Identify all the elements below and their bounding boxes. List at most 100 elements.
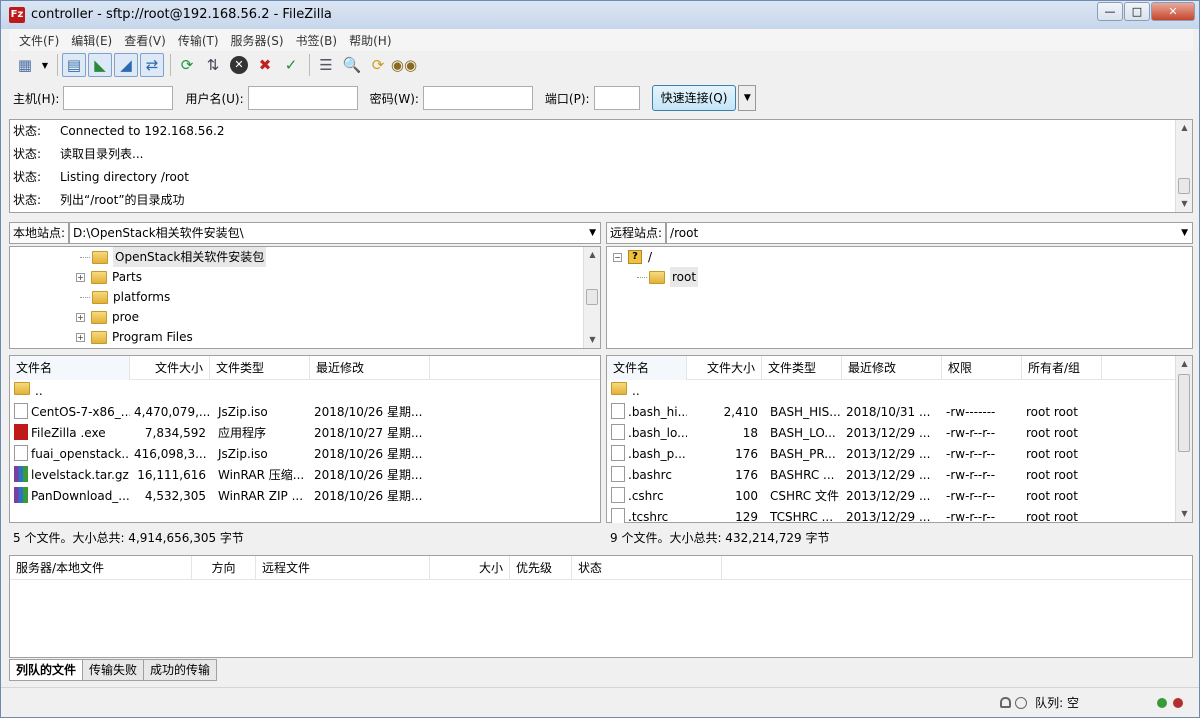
local-file-row[interactable]: fuai_openstack... 416,098,3... JsZip.iso… xyxy=(10,444,600,465)
log-row: 状态: 列出“/root”的目录成功 xyxy=(10,189,1192,212)
toggle-remote-tree-icon[interactable]: ◢ xyxy=(114,53,138,77)
column-header-priority[interactable]: 优先级 xyxy=(510,556,572,580)
column-header-direction[interactable]: 方向 xyxy=(192,556,256,580)
directory-listing-filters-icon[interactable]: ☰ xyxy=(314,53,338,77)
close-button[interactable]: ✕ xyxy=(1151,2,1195,21)
local-path-combobox[interactable]: D:\OpenStack相关软件安装包\ ▼ xyxy=(69,222,601,244)
scrollbar-thumb[interactable] xyxy=(586,289,598,305)
local-file-row[interactable]: .. xyxy=(10,381,600,402)
disconnect-icon[interactable]: ✖ xyxy=(253,53,277,77)
scroll-up-icon[interactable]: ▲ xyxy=(1176,120,1193,136)
toggle-local-tree-icon[interactable]: ◣ xyxy=(88,53,112,77)
column-header-remote-file[interactable]: 远程文件 xyxy=(256,556,430,580)
port-input[interactable] xyxy=(593,86,640,110)
menu-edit[interactable]: 编辑(E) xyxy=(65,32,118,49)
column-header-modified[interactable]: 最近修改 xyxy=(310,356,430,380)
local-file-row[interactable]: FileZilla .exe 7,834,592 应用程序 2018/10/27… xyxy=(10,423,600,444)
local-file-row[interactable]: PanDownload_... 4,532,305 WinRAR ZIP ...… xyxy=(10,486,600,507)
local-file-row[interactable]: CentOS-7-x86_... 4,470,079,... JsZip.iso… xyxy=(10,402,600,423)
collapse-icon[interactable]: − xyxy=(613,252,622,262)
menu-transfer[interactable]: 传输(T) xyxy=(172,32,225,49)
local-file-row[interactable]: levelstack.tar.gz 16,111,616 WinRAR 压缩..… xyxy=(10,465,600,486)
log-scrollbar[interactable]: ▲ ▼ xyxy=(1175,120,1192,212)
menu-bookmarks[interactable]: 书签(B) xyxy=(290,32,344,49)
remote-file-list-scrollbar[interactable]: ▲ ▼ xyxy=(1175,356,1192,522)
local-site-bar: 本地站点: D:\OpenStack相关软件安装包\ ▼ xyxy=(9,220,601,246)
tab-successful-transfers[interactable]: 成功的传输 xyxy=(143,659,218,681)
tab-failed-transfers[interactable]: 传输失败 xyxy=(82,659,145,681)
minimize-button[interactable]: — xyxy=(1097,2,1123,21)
remote-file-row[interactable]: .bash_lo... 18 BASH_LO... 2013/12/29 ...… xyxy=(607,423,1192,444)
menu-help[interactable]: 帮助(H) xyxy=(343,32,397,49)
quickconnect-dropdown-button[interactable]: ▼ xyxy=(738,85,757,111)
password-label: 密码(W): xyxy=(369,91,419,106)
column-header-filetype[interactable]: 文件类型 xyxy=(210,356,310,380)
refresh-icon[interactable]: ⟳ xyxy=(175,53,199,77)
password-input[interactable] xyxy=(422,86,533,110)
tree-item-root-dir[interactable]: −? / xyxy=(613,247,652,267)
remote-file-row[interactable]: .. xyxy=(607,381,1192,402)
column-header-size[interactable]: 大小 xyxy=(430,556,510,580)
column-header-filename[interactable]: 文件名 xyxy=(607,356,687,380)
file-owner: root root xyxy=(1026,426,1078,440)
column-header-filesize[interactable]: 文件大小 xyxy=(687,356,762,380)
scroll-up-icon[interactable]: ▲ xyxy=(584,247,601,263)
file-name: .. xyxy=(35,384,43,398)
toggle-queue-icon[interactable]: ⇄ xyxy=(140,53,164,77)
remote-file-row[interactable]: .bash_hi... 2,410 BASH_HIS... 2018/10/31… xyxy=(607,402,1192,423)
menu-view[interactable]: 查看(V) xyxy=(118,32,172,49)
toggle-directory-comparison-icon[interactable]: 🔍 xyxy=(340,53,364,77)
tree-item-platforms[interactable]: platforms xyxy=(80,287,170,307)
column-header-filename[interactable]: 文件名 xyxy=(10,356,130,380)
chevron-down-icon[interactable]: ▼ xyxy=(589,223,596,243)
menu-server[interactable]: 服务器(S) xyxy=(225,32,290,49)
column-header-filesize[interactable]: 文件大小 xyxy=(130,356,210,380)
expand-icon[interactable]: + xyxy=(76,272,85,282)
maximize-button[interactable]: □ xyxy=(1124,2,1150,21)
process-queue-icon[interactable]: ⇅ xyxy=(201,53,225,77)
username-input[interactable] xyxy=(247,86,358,110)
scroll-down-icon[interactable]: ▼ xyxy=(1176,196,1193,212)
filezilla-exe-icon xyxy=(14,424,28,440)
scrollbar-thumb[interactable] xyxy=(1178,374,1190,452)
column-header-permissions[interactable]: 权限 xyxy=(942,356,1022,380)
toggle-log-icon[interactable]: ▤ xyxy=(62,53,86,77)
tree-item-openstack[interactable]: OpenStack相关软件安装包 xyxy=(80,247,267,267)
remote-file-row[interactable]: .tcshrc 129 TCSHRC ... 2013/12/29 ... -r… xyxy=(607,507,1192,523)
tab-queued-files[interactable]: 列队的文件 xyxy=(9,659,84,681)
column-header-status[interactable]: 状态 xyxy=(572,556,722,580)
local-tree-scrollbar[interactable]: ▲ ▼ xyxy=(583,247,600,348)
menu-file[interactable]: 文件(F) xyxy=(13,32,65,49)
column-header-modified[interactable]: 最近修改 xyxy=(842,356,942,380)
site-manager-icon[interactable]: ▦ xyxy=(13,53,37,77)
remote-file-row[interactable]: .cshrc 100 CSHRC 文件 2013/12/29 ... -rw-r… xyxy=(607,486,1192,507)
scroll-down-icon[interactable]: ▼ xyxy=(1176,506,1193,522)
expand-icon[interactable]: + xyxy=(76,332,85,342)
host-input[interactable] xyxy=(63,86,174,110)
expand-icon[interactable]: + xyxy=(76,312,85,322)
site-manager-dropdown-icon[interactable]: ▼ xyxy=(39,53,51,77)
column-header-filetype[interactable]: 文件类型 xyxy=(762,356,842,380)
scroll-down-icon[interactable]: ▼ xyxy=(584,332,601,348)
remote-file-list-header: 文件名 文件大小 文件类型 最近修改 权限 所有者/组 xyxy=(607,356,1192,380)
tree-item-root[interactable]: root xyxy=(637,267,699,287)
tree-item-program-files[interactable]: + Program Files xyxy=(76,327,193,347)
synchronized-browsing-icon[interactable]: ⟳ xyxy=(366,53,390,77)
column-header-server-local-file[interactable]: 服务器/本地文件 xyxy=(10,556,192,580)
scrollbar-thumb[interactable] xyxy=(1178,178,1190,194)
chevron-down-icon[interactable]: ▼ xyxy=(1181,223,1188,243)
file-modified: 2013/12/29 ... xyxy=(846,489,931,503)
search-remote-files-icon[interactable]: ◉◉ xyxy=(391,53,417,77)
remote-path-combobox[interactable]: /root ▼ xyxy=(666,222,1193,244)
scroll-up-icon[interactable]: ▲ xyxy=(1176,356,1193,372)
reconnect-icon[interactable]: ✓ xyxy=(279,53,303,77)
tree-item-proe[interactable]: + proe xyxy=(76,307,139,327)
tree-item-parts[interactable]: + Parts xyxy=(76,267,142,287)
column-header-owner[interactable]: 所有者/组 xyxy=(1022,356,1102,380)
speed-limit-icon[interactable] xyxy=(1015,696,1028,709)
quickconnect-button[interactable]: 快速连接(Q) xyxy=(651,85,737,111)
file-name: .cshrc xyxy=(628,489,664,503)
remote-file-row[interactable]: .bash_p... 176 BASH_PR... 2013/12/29 ...… xyxy=(607,444,1192,465)
cancel-operation-icon[interactable]: ✕ xyxy=(227,53,251,77)
remote-file-row[interactable]: .bashrc 176 BASHRC ... 2013/12/29 ... -r… xyxy=(607,465,1192,486)
